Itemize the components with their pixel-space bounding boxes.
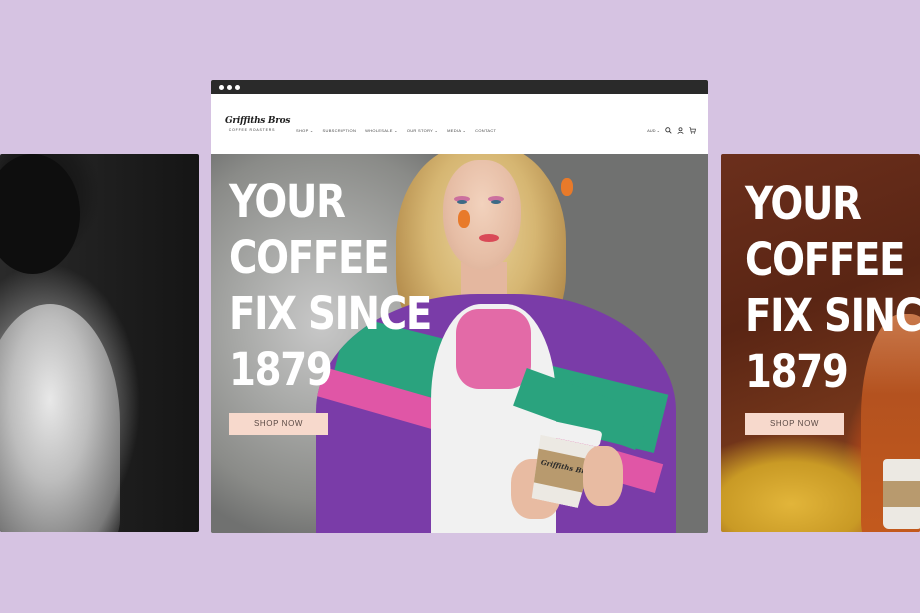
- cart-icon[interactable]: [689, 127, 696, 134]
- woman-hand-right: [583, 446, 623, 506]
- nav-item-media[interactable]: MEDIA ⌄: [447, 128, 466, 133]
- hero-banner: Griffiths Bros YOUR COFFEE FIX SINCE 187…: [211, 154, 708, 533]
- nav-item-subscription[interactable]: SUBSCRIPTION: [323, 128, 357, 133]
- window-dot-icon[interactable]: [227, 84, 232, 90]
- shop-now-button[interactable]: SHOP NOW: [229, 413, 328, 435]
- hero-headline: YOUR COFFEE FIX SINCE 1879: [229, 174, 432, 398]
- left-carousel-slide: [0, 154, 199, 532]
- logo-tagline: COFFEE ROASTERS: [228, 128, 276, 132]
- nav-item-our-story[interactable]: OUR STORY ⌄: [407, 128, 438, 133]
- eye-left: [457, 200, 467, 204]
- vintage-woman-figure: [0, 304, 120, 532]
- browser-window: Griffiths Bros COFFEE ROASTERS SHOP ⌄ SU…: [211, 80, 708, 533]
- vintage-woman-hair: [0, 154, 80, 274]
- account-icon[interactable]: [677, 127, 684, 134]
- search-icon[interactable]: [665, 127, 672, 134]
- browser-title-bar: [211, 80, 708, 94]
- coffee-cup-right: [883, 459, 920, 529]
- hero-line: FIX SINCE: [229, 287, 432, 340]
- headphone-right: [561, 178, 573, 196]
- hero-line: COFFEE: [229, 231, 390, 284]
- nav-item-contact[interactable]: CONTACT: [475, 128, 496, 133]
- nav-item-wholesale[interactable]: WHOLESALE ⌄: [365, 128, 398, 133]
- window-dot-icon[interactable]: [219, 84, 224, 90]
- right-carousel-slide: YOUR COFFEE FIX SINCE 1879 SHOP NOW: [721, 154, 920, 532]
- right-hero-line: 1879: [745, 345, 849, 398]
- right-hero-headline: YOUR COFFEE FIX SINCE 1879: [745, 176, 920, 400]
- right-hero-line: COFFEE: [745, 233, 906, 286]
- header-utilities: AUD ⌄: [647, 127, 696, 134]
- logo-name: Griffiths Bros: [225, 116, 291, 126]
- main-nav: SHOP ⌄ SUBSCRIPTION WHOLESALE ⌄ OUR STOR…: [296, 128, 496, 133]
- right-hero-line: YOUR: [745, 177, 862, 230]
- site-header: Griffiths Bros COFFEE ROASTERS SHOP ⌄ SU…: [211, 94, 708, 154]
- hero-line: 1879: [229, 343, 333, 396]
- woman-lips: [479, 234, 499, 242]
- window-dot-icon[interactable]: [235, 84, 240, 90]
- cup-sleeve: [883, 481, 920, 507]
- nav-item-shop[interactable]: SHOP ⌄: [296, 128, 314, 133]
- headphone-left: [458, 210, 470, 228]
- hero-line: YOUR: [229, 175, 346, 228]
- brand-logo[interactable]: Griffiths Bros COFFEE ROASTERS: [225, 116, 291, 132]
- shirt-pink: [456, 309, 531, 389]
- right-shop-now-button[interactable]: SHOP NOW: [745, 413, 844, 435]
- currency-selector[interactable]: AUD ⌄: [647, 128, 660, 133]
- woman-face: [443, 160, 521, 270]
- eye-right: [491, 200, 501, 204]
- right-hero-line: FIX SINCE: [745, 289, 920, 342]
